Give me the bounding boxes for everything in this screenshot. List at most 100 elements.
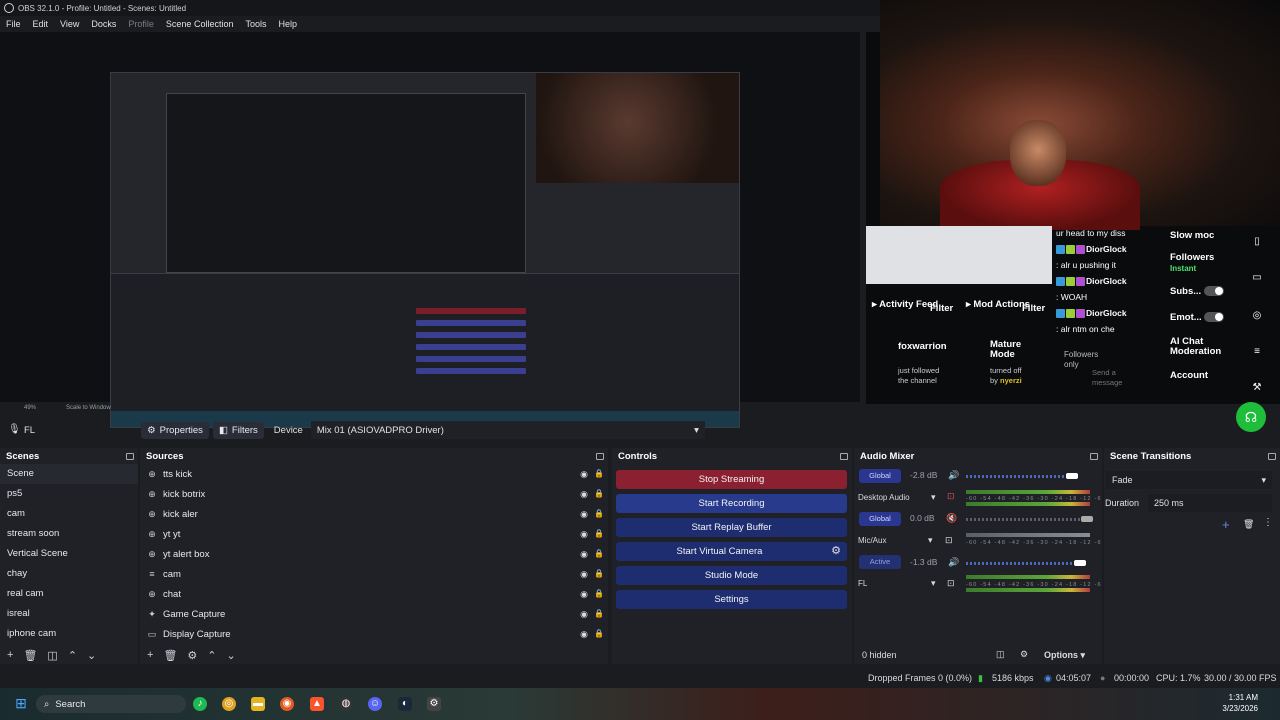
duration-input[interactable]: 250 ms — [1148, 494, 1272, 512]
scale-mode[interactable]: Scale to Window — [66, 405, 111, 411]
muted-speaker-icon[interactable]: 🔇 — [946, 513, 957, 524]
send-message[interactable]: Send a message — [1092, 368, 1122, 388]
menu-tools[interactable]: Tools — [239, 19, 272, 29]
lock-icon[interactable]: 🔒 — [594, 464, 604, 484]
emotes-toggle[interactable] — [1204, 312, 1225, 323]
eye-icon[interactable]: ◉ — [580, 484, 588, 504]
eye-icon[interactable]: ◉ — [580, 604, 588, 624]
undock-icon[interactable] — [840, 452, 848, 460]
monitor-icon[interactable]: ⊡ — [947, 491, 955, 502]
gear-icon[interactable]: ⚙ — [831, 542, 841, 561]
windows-start-icon[interactable]: ⊞ — [14, 696, 28, 710]
scene-item[interactable]: real cam — [0, 584, 138, 604]
lock-icon[interactable]: 🔒 — [594, 564, 604, 584]
add-icon[interactable]: + — [147, 649, 153, 661]
lock-icon[interactable]: 🔒 — [594, 524, 604, 544]
preview-area[interactable] — [0, 32, 860, 428]
list-icon[interactable]: ≡ — [1250, 346, 1264, 360]
eye-icon[interactable]: ◉ — [580, 524, 588, 544]
more-icon[interactable]: ⋮ — [1263, 517, 1273, 528]
chrome-icon[interactable]: ◎ — [222, 697, 236, 711]
volume-knob[interactable] — [1066, 473, 1078, 479]
channel-mode-pill[interactable]: Global — [859, 469, 901, 483]
followers-label[interactable]: Followers — [1170, 252, 1214, 263]
volume-slider[interactable] — [966, 518, 1090, 521]
eye-icon[interactable]: ◉ — [580, 564, 588, 584]
source-item[interactable]: ⊕ yt alert box ◉ 🔒 — [140, 544, 608, 564]
source-item[interactable]: ⊕ chat ◉ 🔒 — [140, 584, 608, 604]
scene-item[interactable]: Scene — [0, 464, 138, 484]
source-item[interactable]: ✦ Game Capture ◉ 🔒 — [140, 604, 608, 624]
broadcast-icon[interactable]: ◎ — [1250, 310, 1264, 324]
settings-button[interactable]: Settings — [616, 590, 847, 609]
gear-icon[interactable]: ⚙ — [187, 649, 197, 662]
undock-icon[interactable] — [1268, 452, 1276, 460]
obs-icon[interactable]: ◍ — [339, 697, 353, 711]
studio-mode-button[interactable]: Studio Mode — [616, 566, 847, 585]
volume-knob[interactable] — [1081, 516, 1093, 522]
up-arrow-icon[interactable]: ⌃ — [68, 649, 77, 662]
source-item[interactable]: ≡ cam ◉ 🔒 — [140, 564, 608, 584]
scene-item[interactable]: stream soon — [0, 524, 138, 544]
eye-icon[interactable]: ◉ — [580, 464, 588, 484]
chevron-down-icon[interactable]: ▾ — [928, 535, 933, 546]
eye-icon[interactable]: ◉ — [580, 504, 588, 524]
taskbar-search[interactable]: ⌕ Search — [36, 695, 186, 713]
lock-icon[interactable]: 🔒 — [594, 484, 604, 504]
menu-scene-collection[interactable]: Scene Collection — [160, 19, 240, 29]
add-icon[interactable]: + — [7, 649, 13, 661]
scene-item[interactable]: chay — [0, 564, 138, 584]
monitor-icon[interactable]: ⊡ — [945, 535, 953, 546]
menu-file[interactable]: File — [0, 19, 27, 29]
undock-icon[interactable] — [1090, 452, 1098, 460]
scene-item[interactable]: iphone cam — [0, 624, 138, 644]
activity-filter[interactable]: Filter — [930, 304, 953, 314]
trash-icon[interactable]: 🗑 — [163, 649, 177, 662]
layout-icon[interactable]: ◫ — [996, 649, 1005, 660]
lock-icon[interactable]: 🔒 — [594, 584, 604, 604]
volume-slider[interactable] — [966, 475, 1076, 478]
undock-icon[interactable] — [596, 452, 604, 460]
source-item[interactable]: ⊕ yt yt ◉ 🔒 — [140, 524, 608, 544]
filter-icon[interactable]: ◫ — [47, 649, 57, 662]
source-item[interactable]: ⊕ tts kick ◉ 🔒 — [140, 464, 608, 484]
volume-slider[interactable] — [966, 562, 1078, 565]
channel-mode-pill[interactable]: Global — [859, 512, 901, 526]
slow-mode-label[interactable]: Slow moc — [1170, 230, 1214, 241]
menu-docks[interactable]: Docks — [85, 19, 122, 29]
chat-icon[interactable]: ▭ — [1250, 272, 1264, 286]
menu-view[interactable]: View — [54, 19, 85, 29]
channel-mode-pill[interactable]: Active — [859, 555, 901, 569]
spotify-icon[interactable]: ♪ — [193, 697, 207, 711]
down-arrow-icon[interactable]: ⌄ — [87, 649, 96, 662]
taskbar-clock[interactable]: 1:31 AM 3/23/2026 — [1222, 692, 1258, 714]
folder-icon[interactable]: ▬ — [251, 697, 265, 711]
eye-icon[interactable]: ◉ — [580, 544, 588, 564]
chevron-down-icon[interactable]: ▾ — [931, 492, 936, 503]
up-arrow-icon[interactable]: ⌃ — [207, 649, 216, 662]
lock-icon[interactable]: 🔒 — [594, 504, 604, 524]
scene-item[interactable]: isreal — [0, 604, 138, 624]
transition-select[interactable]: Fade ▾ — [1106, 471, 1272, 489]
lock-icon[interactable]: 🔒 — [594, 544, 604, 564]
undock-icon[interactable] — [126, 452, 134, 460]
headset-icon[interactable]: ☊ — [1236, 402, 1266, 432]
eye-icon[interactable]: ◉ — [580, 584, 588, 604]
menu-edit[interactable]: Edit — [27, 19, 55, 29]
options-button[interactable]: Options ▾ — [1044, 650, 1085, 661]
source-item[interactable]: ⊕ kick botrix ◉ 🔒 — [140, 484, 608, 504]
brave-icon[interactable]: ▲ — [310, 697, 324, 711]
add-icon[interactable]: + — [1222, 517, 1230, 532]
account-label[interactable]: Account — [1170, 370, 1208, 381]
eye-icon[interactable]: ◉ — [580, 624, 588, 644]
ai-moderation-label[interactable]: Moderation — [1170, 346, 1221, 357]
properties-button[interactable]: ⚙ Properties — [141, 421, 209, 439]
trash-icon[interactable]: 🗑 — [1243, 519, 1254, 530]
down-arrow-icon[interactable]: ⌄ — [227, 649, 236, 662]
scene-item[interactable]: cam — [0, 504, 138, 524]
device-select[interactable]: Mix 01 (ASIOVADPRO Driver) ▾ — [310, 421, 705, 439]
speaker-icon[interactable]: 🔊 — [948, 557, 959, 568]
emotes-label[interactable]: Emot... — [1170, 312, 1225, 323]
lock-icon[interactable]: 🔒 — [594, 624, 604, 644]
speaker-icon[interactable]: 🔊 — [948, 470, 959, 481]
